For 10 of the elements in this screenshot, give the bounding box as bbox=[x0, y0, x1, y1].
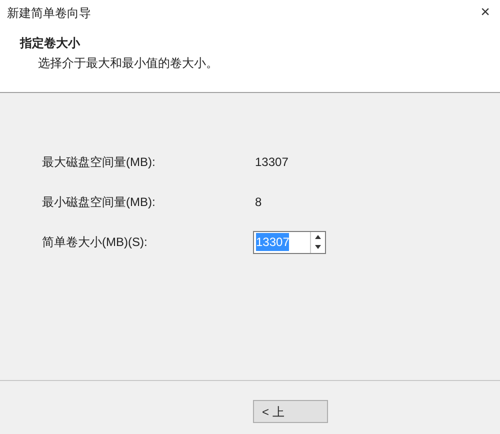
page-description: 选择介于最大和最小值的卷大小。 bbox=[37, 55, 219, 72]
field-value: 8 bbox=[255, 194, 262, 211]
field-label: 最小磁盘空间量(MB): bbox=[42, 194, 156, 211]
close-button[interactable]: × bbox=[480, 5, 490, 21]
page-heading: 指定卷大小 bbox=[20, 35, 82, 52]
window-title: 新建简单卷向导 bbox=[7, 5, 91, 22]
field-label: 简单卷大小(MB)(S): bbox=[42, 234, 148, 251]
back-button[interactable]: < 上 bbox=[253, 400, 328, 423]
field-value: 13307 bbox=[255, 154, 288, 171]
field-label: 最大磁盘空间量(MB): bbox=[42, 154, 156, 171]
